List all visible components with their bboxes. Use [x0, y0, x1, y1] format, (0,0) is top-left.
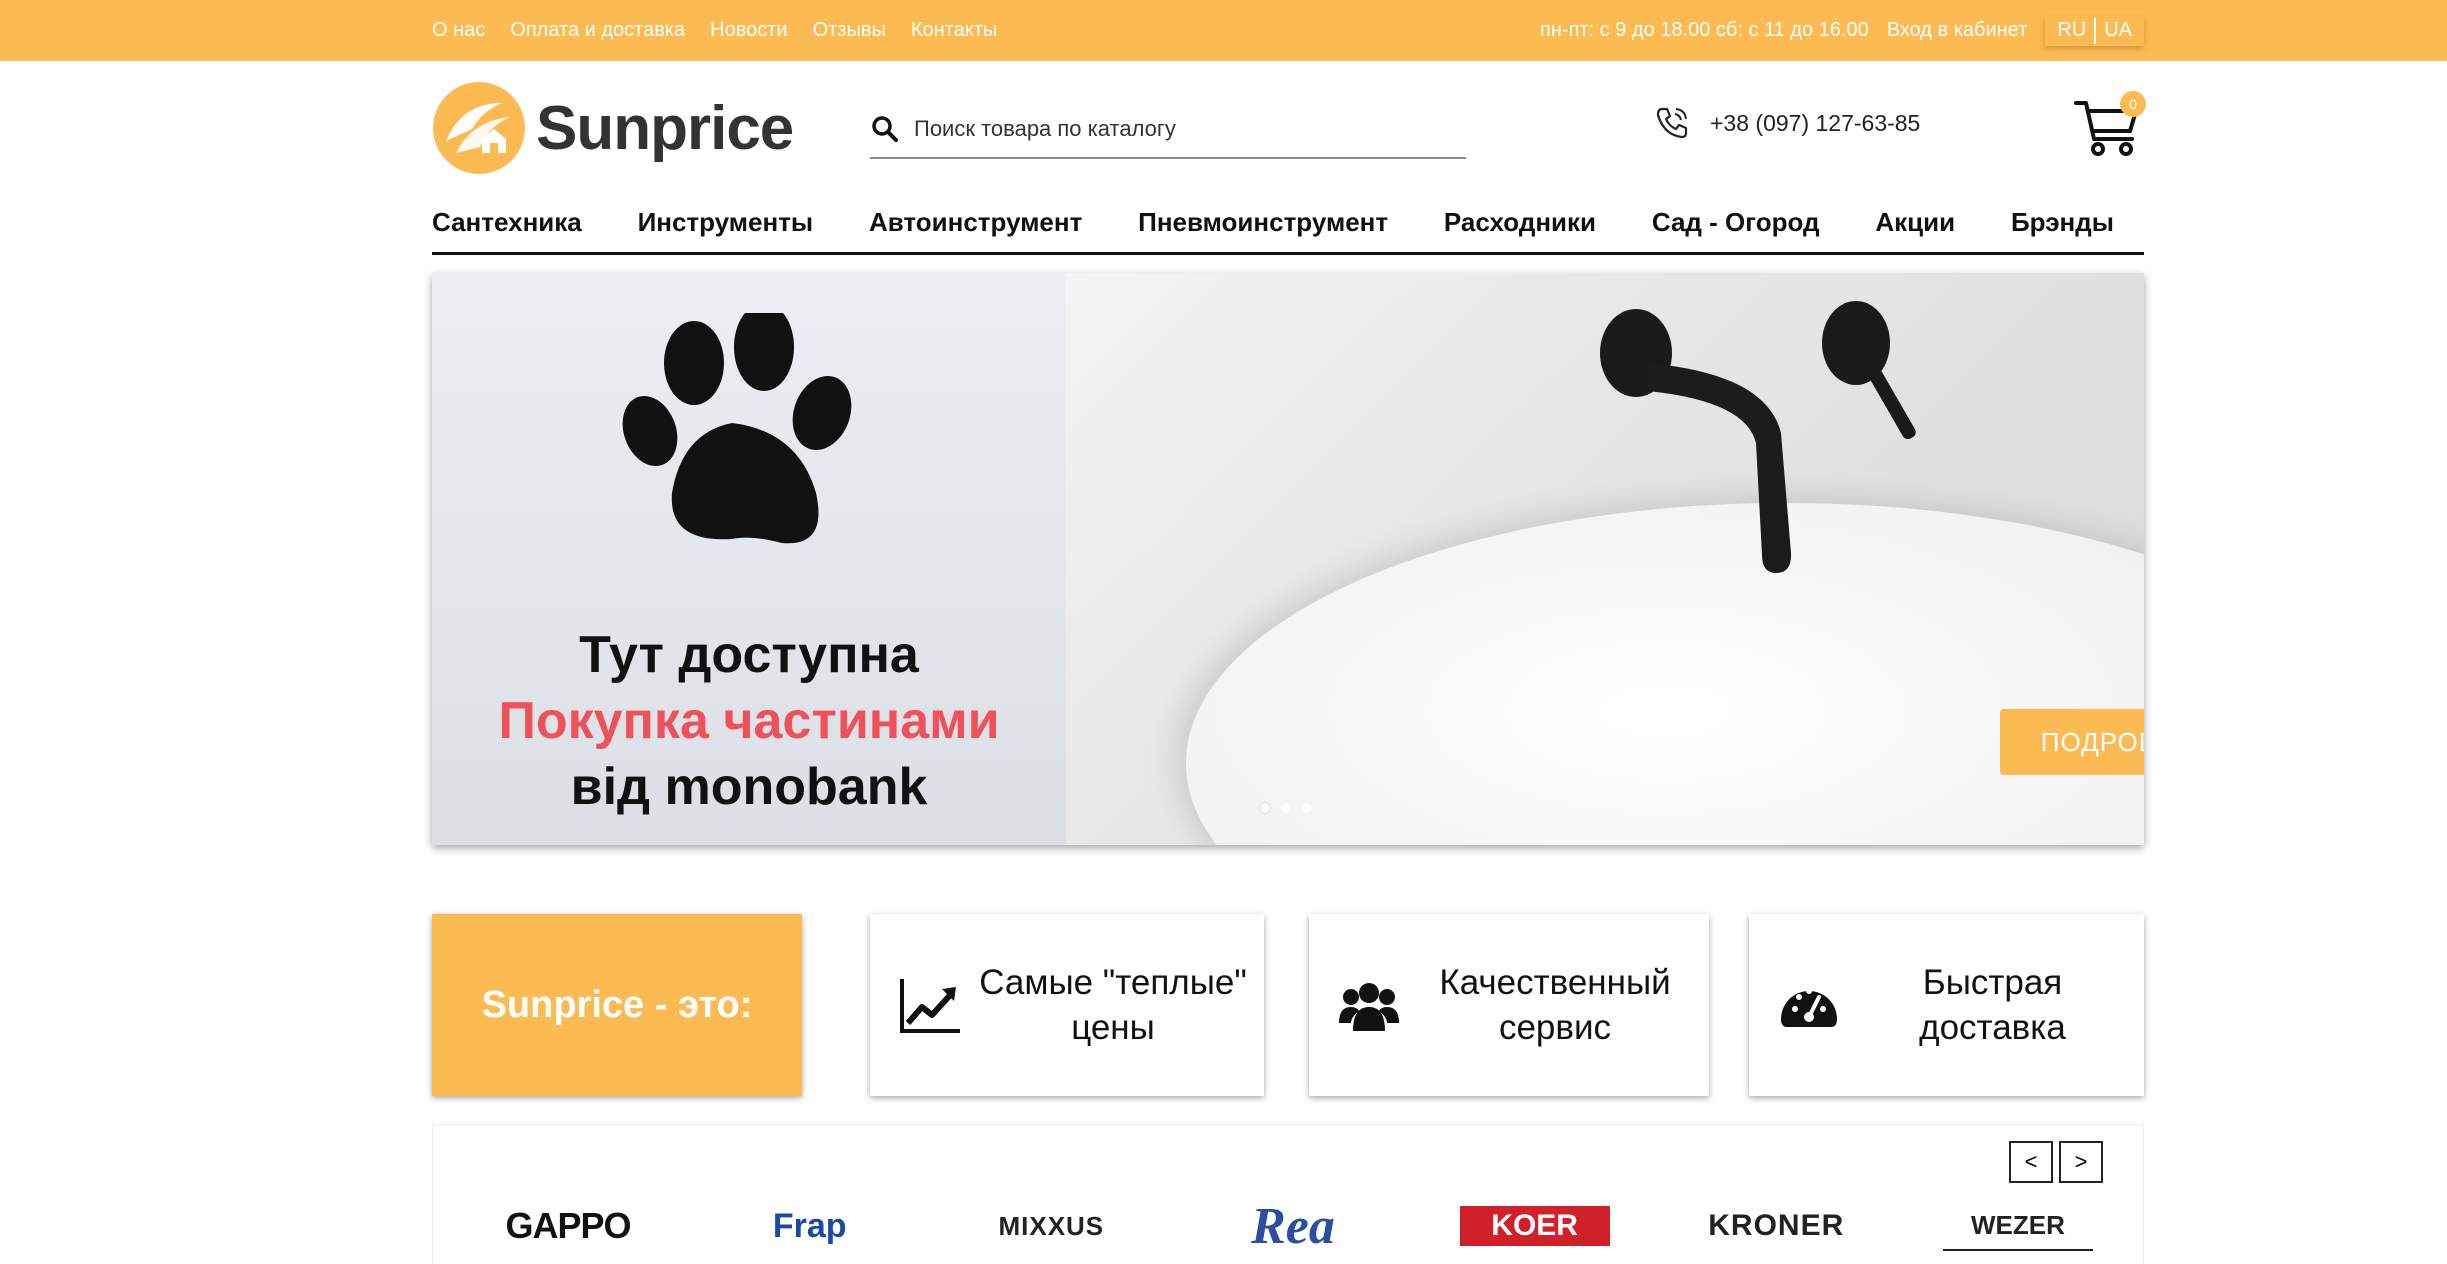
hero-slider[interactable]: Тут доступна Покупка частинами від monob…: [432, 273, 2144, 845]
phone-number[interactable]: +38 (097) 127-63-85: [1710, 110, 1920, 137]
nav-promotions[interactable]: Акции: [1875, 207, 1955, 238]
features-title-card: Sunprice - это:: [432, 914, 802, 1096]
lang-ua[interactable]: UA: [2096, 19, 2140, 42]
cart-button[interactable]: 0: [2072, 89, 2146, 161]
nav-pneumatic-tools[interactable]: Пневмоинструмент: [1138, 207, 1388, 238]
brand-logo-kroner[interactable]: KRONER: [1701, 1201, 1851, 1251]
logo-sun-house-icon: [433, 82, 525, 174]
brand-logos-row: GAPPO Frap MIXXUS Rea KOER KRONER WEZER: [493, 1198, 2093, 1255]
promo-banner: Тут доступна Покупка частинами від monob…: [432, 273, 1066, 845]
brands-arrows: < >: [2009, 1141, 2103, 1183]
speedometer-icon: [1781, 988, 1837, 1027]
promo-line-1: Тут доступна: [579, 626, 919, 684]
features-section: Sunprice - это: Самые "теплые" цены Каче…: [432, 914, 2144, 1096]
slider-dot-2[interactable]: [1281, 803, 1291, 813]
features-title: Sunprice - это:: [481, 983, 753, 1026]
logo[interactable]: Sunprice: [432, 81, 794, 175]
lang-ru[interactable]: RU: [2049, 19, 2094, 42]
brand-logo-wezer[interactable]: WEZER: [1942, 1201, 2093, 1251]
search-icon[interactable]: [870, 114, 900, 144]
language-switcher: RU UA: [2045, 16, 2144, 46]
search-bar: [870, 101, 1466, 159]
slider-dots: [1260, 803, 1312, 813]
logo-text: Sunprice: [536, 93, 794, 163]
brand-logo-gappo[interactable]: GAPPO: [493, 1201, 643, 1251]
promo-line-3: від monobank: [570, 758, 928, 816]
header: Sunprice +38 (097) 127-63-85 0: [432, 61, 2146, 193]
nav-brands[interactable]: Брэнды: [2011, 207, 2114, 238]
brand-logo-rea[interactable]: Rea: [1218, 1198, 1368, 1255]
faucet-illustration: [1600, 301, 1916, 573]
link-about[interactable]: О нас: [432, 19, 485, 42]
nav-garden[interactable]: Сад - Огород: [1652, 207, 1820, 238]
link-payment-delivery[interactable]: Оплата и доставка: [510, 19, 685, 42]
nav-auto-tools[interactable]: Автоинструмент: [869, 207, 1082, 238]
chart-line-icon: [900, 979, 960, 1033]
main-nav: Сантехника Инструменты Автоинструмент Пн…: [432, 193, 2144, 255]
hero-image-sink: ПОДРОБНЕЕ: [1066, 273, 2144, 845]
feature-text-prices: Самые "теплые" цены: [979, 963, 1247, 1047]
top-bar: О нас Оплата и доставка Новости Отзывы К…: [0, 0, 2447, 61]
brand-logo-frap[interactable]: Frap: [735, 1201, 885, 1251]
nav-plumbing[interactable]: Сантехника: [432, 207, 582, 238]
feature-card-service: Качественный сервис: [1309, 914, 1709, 1096]
phone-contact[interactable]: +38 (097) 127-63-85: [1652, 103, 1920, 143]
nav-tools[interactable]: Инструменты: [638, 207, 814, 238]
brands-next-button[interactable]: >: [2059, 1141, 2103, 1183]
paw-icon: [622, 313, 852, 544]
phone-icon: [1656, 107, 1688, 139]
feature-text-delivery: Быстрая доставка: [1919, 963, 2066, 1047]
link-contacts[interactable]: Контакты: [911, 19, 997, 42]
search-input[interactable]: [914, 116, 1434, 142]
link-reviews[interactable]: Отзывы: [813, 19, 886, 42]
brand-logo-koer[interactable]: KOER: [1459, 1206, 1610, 1246]
slider-dot-1[interactable]: [1260, 803, 1270, 813]
work-schedule: пн-пт: с 9 до 18.00 сб: с 11 до 16.00: [1540, 19, 1869, 41]
top-right: пн-пт: с 9 до 18.00 сб: с 11 до 16.00 Вх…: [1540, 16, 2144, 46]
brand-logo-mixxus[interactable]: MIXXUS: [976, 1201, 1126, 1251]
promo-line-2: Покупка частинами: [498, 692, 1000, 750]
more-details-button[interactable]: ПОДРОБНЕЕ: [2000, 709, 2144, 775]
top-links: О нас Оплата и доставка Новости Отзывы К…: [432, 19, 997, 42]
login-link[interactable]: Вход в кабинет: [1887, 19, 2028, 42]
feature-card-prices: Самые "теплые" цены: [870, 914, 1264, 1096]
slider-dot-3[interactable]: [1302, 803, 1312, 813]
users-icon: [1339, 983, 1399, 1031]
brands-carousel: < > GAPPO Frap MIXXUS Rea KOER KRONER WE…: [432, 1124, 2144, 1264]
link-news[interactable]: Новости: [710, 19, 787, 42]
feature-text-service: Качественный сервис: [1439, 963, 1671, 1047]
cart-count-badge: 0: [2120, 91, 2146, 117]
nav-consumables[interactable]: Расходники: [1444, 207, 1596, 238]
brands-prev-button[interactable]: <: [2009, 1141, 2053, 1183]
feature-card-delivery: Быстрая доставка: [1749, 914, 2144, 1096]
